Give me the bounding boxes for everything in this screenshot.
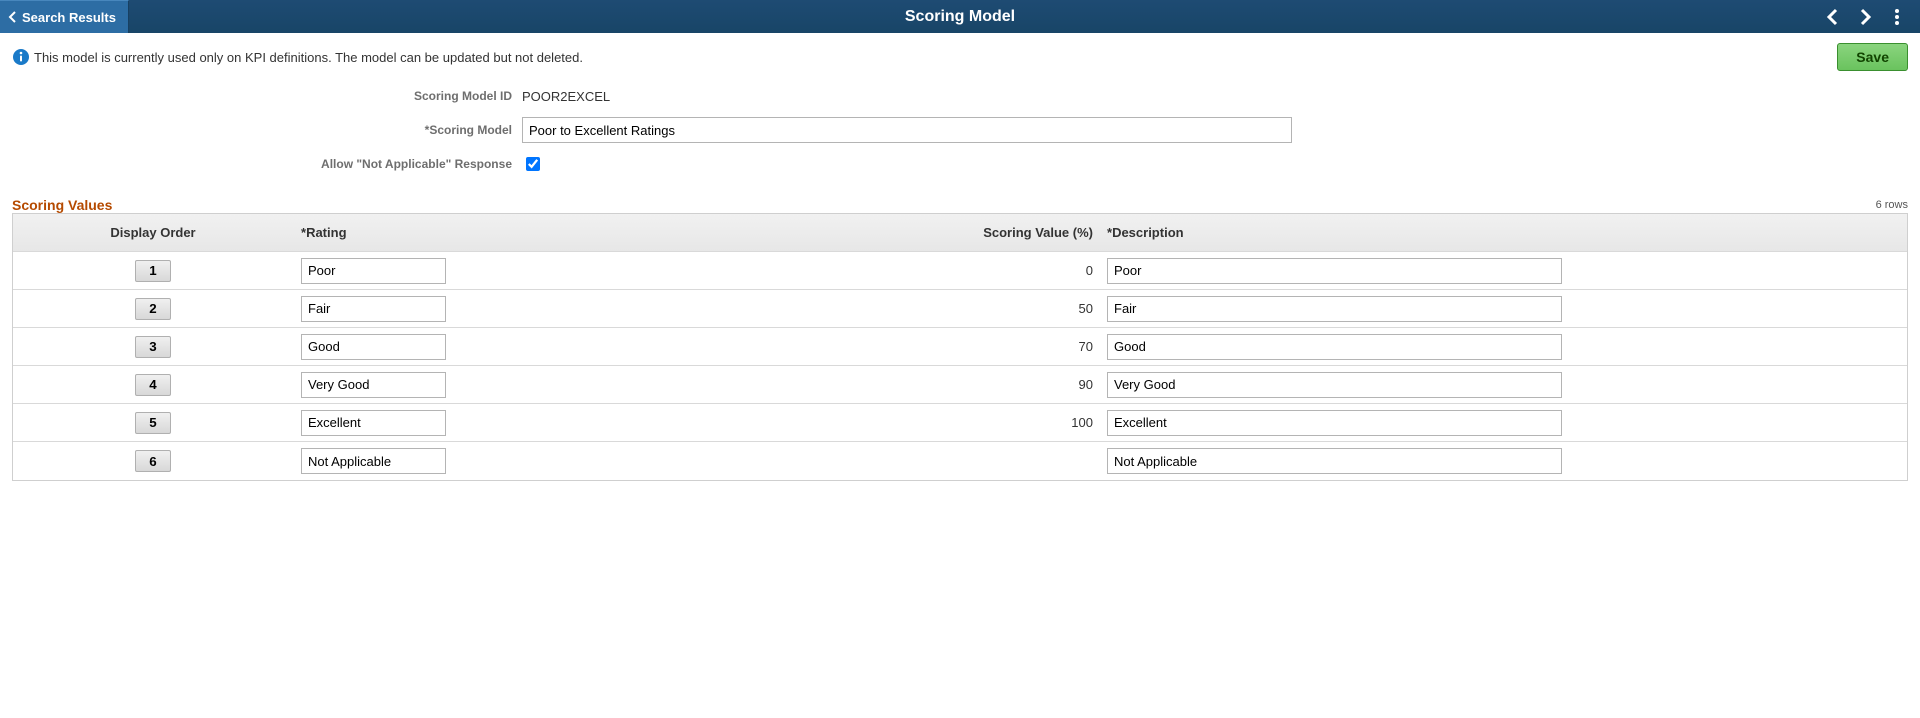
scoring-value-cell: 0: [723, 263, 1103, 278]
rating-input[interactable]: [301, 334, 446, 360]
content-area: This model is currently used only on KPI…: [0, 33, 1920, 493]
rating-input[interactable]: [301, 372, 446, 398]
page-title: Scoring Model: [0, 0, 1920, 33]
kebab-menu-icon: [1894, 8, 1900, 26]
grid-header-row: Display Order Rating Scoring Value (%) D…: [13, 214, 1907, 252]
scoring-model-input[interactable]: [522, 117, 1292, 143]
info-message-text: This model is currently used only on KPI…: [34, 50, 583, 65]
info-icon: [12, 48, 30, 66]
rating-input[interactable]: [301, 448, 446, 474]
back-label: Search Results: [22, 10, 116, 25]
scoring-value-cell: 50: [723, 301, 1103, 316]
header-rating: Rating: [301, 225, 347, 240]
form-row-model-id: Scoring Model ID POOR2EXCEL: [12, 81, 1908, 111]
table-row: 6: [13, 442, 1907, 480]
label-model-id: Scoring Model ID: [12, 89, 522, 103]
label-model-name: Scoring Model: [12, 123, 522, 137]
header-description: Description: [1107, 225, 1184, 240]
display-order-button[interactable]: 4: [135, 374, 171, 396]
value-model-id: POOR2EXCEL: [522, 87, 610, 106]
display-order-button[interactable]: 3: [135, 336, 171, 358]
next-button[interactable]: [1852, 4, 1878, 30]
scoring-values-grid: Display Order Rating Scoring Value (%) D…: [12, 213, 1908, 481]
grid-row-count: 6 rows: [12, 199, 1908, 211]
chevron-left-icon: [1826, 8, 1840, 26]
chevron-left-icon: [8, 11, 18, 23]
label-allow-na: Allow "Not Applicable" Response: [12, 157, 522, 171]
scoring-value-cell: 90: [723, 377, 1103, 392]
header-scoring-value: Scoring Value (%): [723, 225, 1103, 240]
table-row: 4 90: [13, 366, 1907, 404]
description-input[interactable]: [1107, 258, 1562, 284]
display-order-button[interactable]: 6: [135, 450, 171, 472]
description-input[interactable]: [1107, 334, 1562, 360]
more-actions-button[interactable]: [1884, 4, 1910, 30]
save-button[interactable]: Save: [1837, 43, 1908, 71]
header-display-order: Display Order: [13, 225, 293, 240]
rating-input[interactable]: [301, 258, 446, 284]
table-row: 3 70: [13, 328, 1907, 366]
description-input[interactable]: [1107, 372, 1562, 398]
table-row: 10: [13, 252, 1907, 290]
form-row-allow-na: Allow "Not Applicable" Response: [12, 149, 1908, 179]
back-search-results-button[interactable]: Search Results: [0, 0, 129, 33]
app-header: Search Results Scoring Model: [0, 0, 1920, 33]
description-input[interactable]: [1107, 296, 1562, 322]
display-order-button[interactable]: 2: [135, 298, 171, 320]
table-row: 5 100: [13, 404, 1907, 442]
scoring-value-cell: 100: [723, 415, 1103, 430]
rating-input[interactable]: [301, 410, 446, 436]
description-input[interactable]: [1107, 410, 1562, 436]
table-row: 2 50: [13, 290, 1907, 328]
form-area: Scoring Model ID POOR2EXCEL Scoring Mode…: [12, 81, 1908, 179]
display-order-button[interactable]: 1: [135, 260, 171, 282]
form-row-model-name: Scoring Model: [12, 115, 1908, 145]
allow-na-checkbox[interactable]: [526, 157, 540, 171]
info-message: This model is currently used only on KPI…: [12, 48, 583, 66]
top-row: This model is currently used only on KPI…: [12, 43, 1908, 71]
display-order-button[interactable]: 5: [135, 412, 171, 434]
scoring-value-cell: 70: [723, 339, 1103, 354]
chevron-right-icon: [1858, 8, 1872, 26]
rating-input[interactable]: [301, 296, 446, 322]
description-input[interactable]: [1107, 448, 1562, 474]
prev-button[interactable]: [1820, 4, 1846, 30]
header-actions: [1820, 0, 1920, 33]
